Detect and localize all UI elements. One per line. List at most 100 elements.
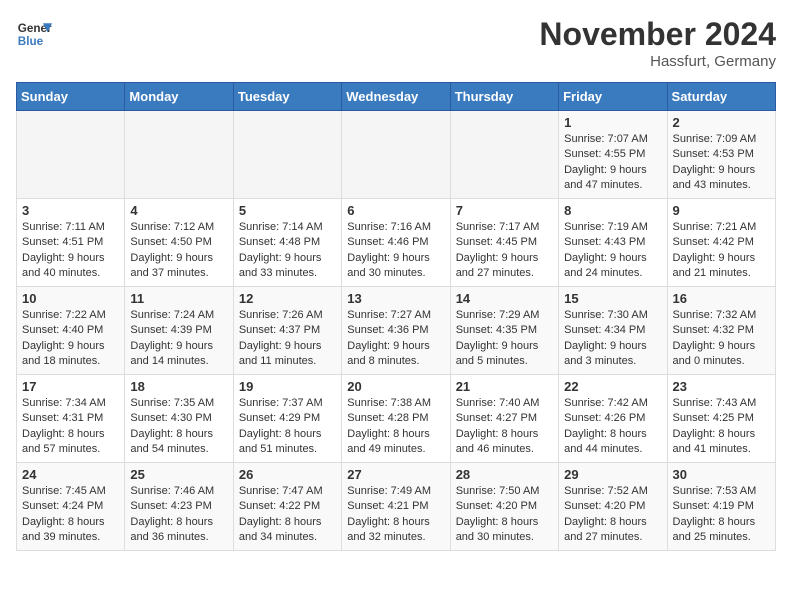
day-number: 19 (239, 379, 336, 394)
calendar-cell: 20Sunrise: 7:38 AMSunset: 4:28 PMDayligh… (342, 375, 450, 463)
day-number: 11 (130, 291, 227, 306)
day-info: Daylight: 8 hours and 41 minutes. (673, 427, 770, 458)
day-info: Sunrise: 7:50 AM (456, 484, 553, 499)
day-info: Sunset: 4:32 PM (673, 323, 770, 338)
logo-icon: General Blue (16, 16, 52, 52)
day-info: Sunset: 4:28 PM (347, 411, 444, 426)
day-info: Sunset: 4:53 PM (673, 147, 770, 162)
calendar-cell: 8 Sunrise: 7:19 AMSunset: 4:43 PMDaylight… (559, 199, 667, 287)
day-info: Sunset: 4:20 PM (564, 499, 661, 514)
day-info: Sunset: 4:46 PM (347, 235, 444, 250)
day-info: Daylight: 8 hours and 36 minutes. (130, 515, 227, 546)
day-info: Sunset: 4:37 PM (239, 323, 336, 338)
day-info: Sunrise: 7:29 AM (456, 308, 553, 323)
calendar-cell: 26Sunrise: 7:47 AMSunset: 4:22 PMDayligh… (233, 463, 341, 551)
weekday-header-tuesday: Tuesday (233, 83, 341, 111)
day-info: Sunrise: 7:46 AM (130, 484, 227, 499)
day-number: 18 (130, 379, 227, 394)
day-number: 29 (564, 467, 661, 482)
day-info: Sunrise: 7:47 AM (239, 484, 336, 499)
day-number: 3 (22, 203, 119, 218)
day-info: Sunset: 4:39 PM (130, 323, 227, 338)
day-info: Sunrise: 7:27 AM (347, 308, 444, 323)
page-header: General Blue November 2024 Hassfurt, Ger… (16, 16, 776, 70)
calendar-cell: 22Sunrise: 7:42 AMSunset: 4:26 PMDayligh… (559, 375, 667, 463)
svg-text:Blue: Blue (18, 35, 44, 48)
weekday-header-thursday: Thursday (450, 83, 558, 111)
calendar-cell: 3Sunrise: 7:11 AMSunset: 4:51 PMDaylight… (17, 199, 125, 287)
logo: General Blue (16, 16, 52, 52)
day-info: Daylight: 8 hours and 27 minutes. (564, 515, 661, 546)
day-info: Sunrise: 7:32 AM (673, 308, 770, 323)
day-info: Sunrise: 7:53 AM (673, 484, 770, 499)
day-info: Daylight: 9 hours and 40 minutes. (22, 251, 119, 282)
day-info: Daylight: 9 hours and 3 minutes. (564, 339, 661, 370)
day-number: 14 (456, 291, 553, 306)
calendar-cell: 14Sunrise: 7:29 AMSunset: 4:35 PMDayligh… (450, 287, 558, 375)
calendar-cell: 27Sunrise: 7:49 AMSunset: 4:21 PMDayligh… (342, 463, 450, 551)
day-info: Daylight: 9 hours and 43 minutes. (673, 163, 770, 194)
day-info: Sunrise: 7:43 AM (673, 396, 770, 411)
day-info: Sunrise: 7:34 AM (22, 396, 119, 411)
day-number: 23 (673, 379, 770, 394)
day-info: Sunrise: 7:45 AM (22, 484, 119, 499)
day-number: 30 (673, 467, 770, 482)
day-info: Daylight: 8 hours and 39 minutes. (22, 515, 119, 546)
day-info: Sunset: 4:55 PM (564, 147, 661, 162)
day-info: Sunrise: 7:07 AM (564, 132, 661, 147)
calendar-cell: 7Sunrise: 7:17 AMSunset: 4:45 PMDaylight… (450, 199, 558, 287)
month-title: November 2024 (539, 16, 776, 53)
calendar-cell: 30Sunrise: 7:53 AMSunset: 4:19 PMDayligh… (667, 463, 775, 551)
day-info: Sunset: 4:20 PM (456, 499, 553, 514)
day-number: 20 (347, 379, 444, 394)
day-info: Sunrise: 7:16 AM (347, 220, 444, 235)
day-number: 16 (673, 291, 770, 306)
day-info: Sunrise: 7:19 AM (564, 220, 661, 235)
calendar-cell (450, 111, 558, 199)
weekday-header-monday: Monday (125, 83, 233, 111)
day-info: Daylight: 8 hours and 32 minutes. (347, 515, 444, 546)
day-info: Sunset: 4:40 PM (22, 323, 119, 338)
day-number: 21 (456, 379, 553, 394)
calendar-table: SundayMondayTuesdayWednesdayThursdayFrid… (16, 82, 776, 551)
calendar-cell: 5Sunrise: 7:14 AMSunset: 4:48 PMDaylight… (233, 199, 341, 287)
calendar-cell: 11Sunrise: 7:24 AMSunset: 4:39 PMDayligh… (125, 287, 233, 375)
calendar-cell: 28Sunrise: 7:50 AMSunset: 4:20 PMDayligh… (450, 463, 558, 551)
day-info: Sunset: 4:34 PM (564, 323, 661, 338)
title-block: November 2024 Hassfurt, Germany (539, 16, 776, 70)
day-info: Sunset: 4:35 PM (456, 323, 553, 338)
day-info: Sunset: 4:50 PM (130, 235, 227, 250)
day-info: Daylight: 8 hours and 34 minutes. (239, 515, 336, 546)
day-info: Sunset: 4:30 PM (130, 411, 227, 426)
day-info: Sunset: 4:43 PM (564, 235, 661, 250)
day-number: 10 (22, 291, 119, 306)
day-number: 26 (239, 467, 336, 482)
calendar-cell (342, 111, 450, 199)
weekday-header-sunday: Sunday (17, 83, 125, 111)
weekday-header-friday: Friday (559, 83, 667, 111)
day-number: 17 (22, 379, 119, 394)
calendar-cell: 16Sunrise: 7:32 AMSunset: 4:32 PMDayligh… (667, 287, 775, 375)
calendar-cell (125, 111, 233, 199)
day-info: Daylight: 8 hours and 44 minutes. (564, 427, 661, 458)
calendar-cell: 19Sunrise: 7:37 AMSunset: 4:29 PMDayligh… (233, 375, 341, 463)
day-number: 12 (239, 291, 336, 306)
day-info: Sunrise: 7:38 AM (347, 396, 444, 411)
day-info: Sunrise: 7:49 AM (347, 484, 444, 499)
calendar-cell: 21Sunrise: 7:40 AMSunset: 4:27 PMDayligh… (450, 375, 558, 463)
day-info: Sunset: 4:31 PM (22, 411, 119, 426)
day-number: 6 (347, 203, 444, 218)
day-number: 7 (456, 203, 553, 218)
day-info: Daylight: 8 hours and 46 minutes. (456, 427, 553, 458)
day-number: 22 (564, 379, 661, 394)
day-info: Sunset: 4:25 PM (673, 411, 770, 426)
weekday-header-wednesday: Wednesday (342, 83, 450, 111)
day-info: Sunrise: 7:30 AM (564, 308, 661, 323)
day-number: 4 (130, 203, 227, 218)
day-number: 8 (564, 203, 661, 218)
day-info: Sunrise: 7:21 AM (673, 220, 770, 235)
day-info: Daylight: 8 hours and 25 minutes. (673, 515, 770, 546)
day-info: Daylight: 9 hours and 11 minutes. (239, 339, 336, 370)
day-info: Daylight: 9 hours and 24 minutes. (564, 251, 661, 282)
day-number: 25 (130, 467, 227, 482)
